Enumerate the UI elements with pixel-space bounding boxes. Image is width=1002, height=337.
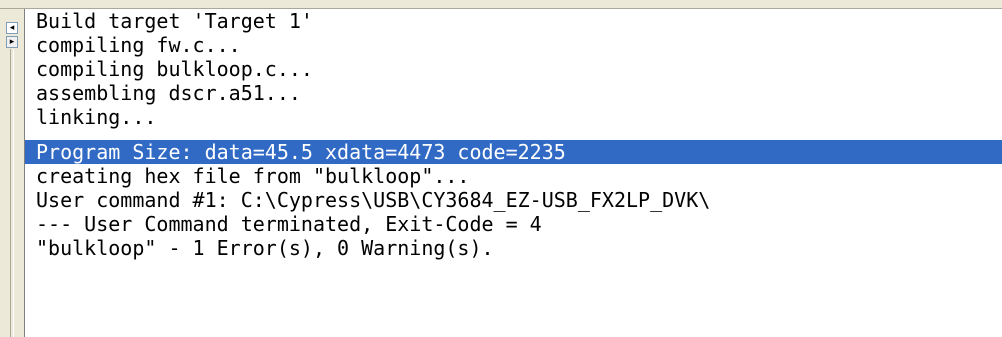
gutter-divider bbox=[10, 49, 14, 337]
output-line[interactable]: --- User Command terminated, Exit-Code =… bbox=[25, 212, 1002, 236]
left-gutter: ◂ ▸ bbox=[0, 9, 24, 337]
build-output-window: ◂ ▸ Build target 'Target 1' compiling fw… bbox=[0, 0, 1002, 337]
scroll-left-icon[interactable]: ◂ bbox=[6, 22, 18, 34]
output-line[interactable]: compiling bulkloop.c... bbox=[25, 57, 1002, 81]
build-output-pane[interactable]: Build target 'Target 1' compiling fw.c..… bbox=[24, 9, 1002, 337]
output-line[interactable]: Build target 'Target 1' bbox=[25, 9, 1002, 33]
output-line[interactable]: linking... bbox=[25, 105, 1002, 129]
output-line[interactable]: assembling dscr.a51... bbox=[25, 81, 1002, 105]
scroll-right-icon[interactable]: ▸ bbox=[6, 36, 18, 48]
output-line[interactable]: User command #1: C:\Cypress\USB\CY3684_E… bbox=[25, 188, 1002, 212]
output-line[interactable]: "bulkloop" - 1 Error(s), 0 Warning(s). bbox=[25, 236, 1002, 260]
output-line[interactable]: compiling fw.c... bbox=[25, 33, 1002, 57]
output-line-selected[interactable]: Program Size: data=45.5 xdata=4473 code=… bbox=[25, 140, 1002, 164]
window-top-edge bbox=[0, 0, 1002, 9]
output-line[interactable]: creating hex file from "bulkloop"... bbox=[25, 164, 1002, 188]
